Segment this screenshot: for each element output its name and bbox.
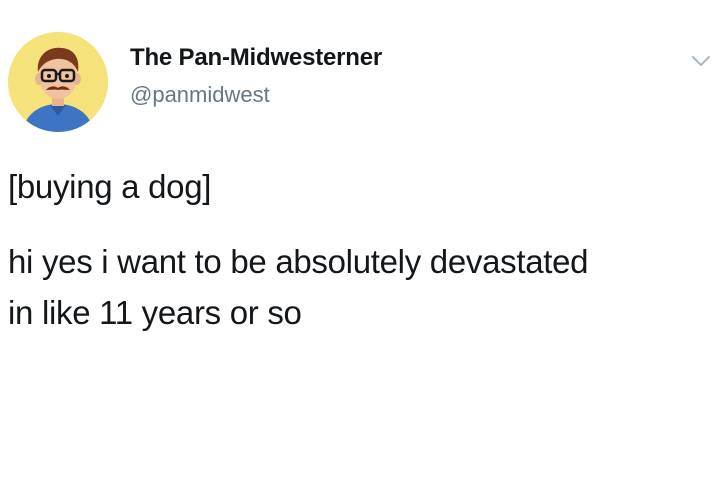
avatar[interactable] xyxy=(8,32,108,132)
user-handle[interactable]: @panmidwest xyxy=(130,82,270,108)
tweet-text-line: in like 11 years or so xyxy=(8,294,302,331)
tweet-text-line: [buying a dog] xyxy=(8,168,212,205)
chevron-down-icon[interactable] xyxy=(688,48,714,74)
tweet-text-line: hi yes i want to be absolutely devastate… xyxy=(8,243,589,280)
tweet-text: [buying a dog] hi yes i want to be absol… xyxy=(8,170,720,347)
display-name[interactable]: The Pan-Midwesterner xyxy=(130,44,382,72)
cartoon-man-avatar-icon xyxy=(8,32,108,132)
tweet-card: The Pan-Midwesterner @panmidwest [buying… xyxy=(0,0,728,480)
